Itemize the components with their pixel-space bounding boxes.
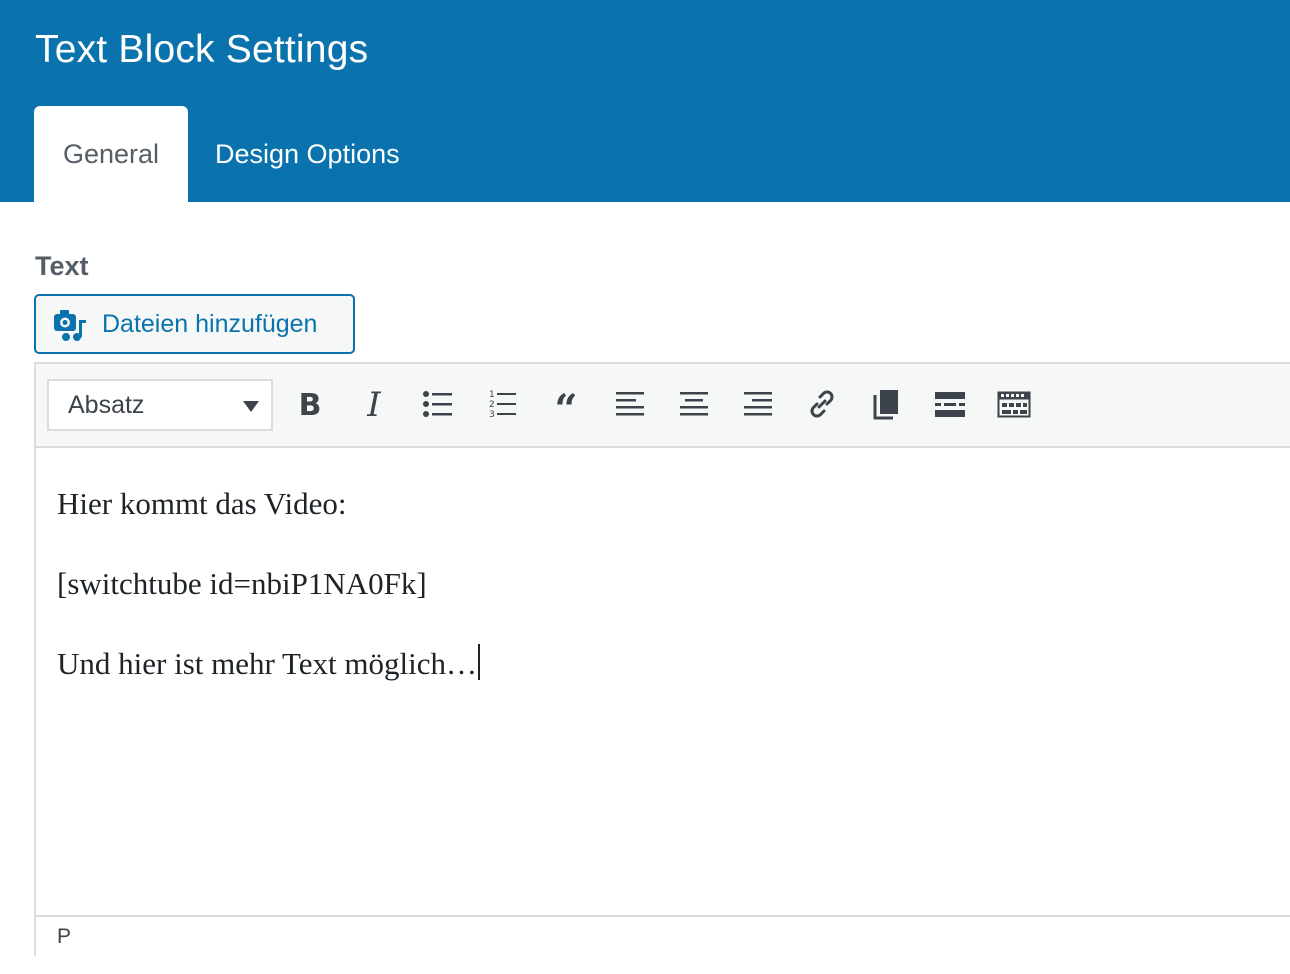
align-left-icon (616, 392, 644, 416)
svg-text:3: 3 (489, 410, 495, 420)
align-center-icon (680, 392, 708, 416)
caret-down-icon (243, 401, 259, 412)
bold-icon: B (299, 388, 322, 421)
rich-text-editor: Absatz B I 1 2 3 “ Hier kommt das Video:… (34, 362, 1290, 956)
format-select-value: Absatz (68, 391, 145, 419)
editor-toolbar: Absatz B I 1 2 3 “ (36, 364, 1290, 448)
italic-button[interactable]: I (352, 382, 396, 426)
add-media-button[interactable]: Dateien hinzufügen (34, 294, 355, 354)
insert-link-button[interactable] (800, 382, 844, 426)
bold-button[interactable]: B (288, 382, 332, 426)
read-more-icon (935, 392, 965, 417)
svg-text:2: 2 (489, 400, 495, 410)
svg-text:B: B (299, 388, 322, 421)
editor-paragraph[interactable]: Hier kommt das Video: (57, 484, 1290, 564)
tab-design-options[interactable]: Design Options (215, 106, 400, 202)
read-more-button[interactable] (928, 382, 972, 426)
bulleted-list-button[interactable] (416, 382, 460, 426)
numbered-list-icon: 1 2 3 (489, 390, 516, 420)
svg-text:I: I (366, 387, 381, 421)
add-media-label: Dateien hinzufügen (102, 309, 318, 338)
editor-paragraph[interactable]: [switchtube id=nbiP1NA0Fk] (57, 564, 1290, 644)
text-cursor (478, 644, 480, 680)
editor-paragraph-last[interactable]: Und hier ist mehr Text möglich… (57, 644, 1290, 724)
align-left-button[interactable] (608, 382, 652, 426)
media-icon (52, 306, 88, 342)
bulleted-list-icon (423, 391, 452, 417)
blockquote-button[interactable]: “ (544, 382, 588, 426)
paragraph-format-select[interactable]: Absatz (47, 379, 273, 431)
page-title: Text Block Settings (35, 28, 369, 71)
tab-general[interactable]: General (34, 106, 188, 202)
link-icon (810, 390, 834, 418)
settings-header: Text Block Settings General Design Optio… (0, 0, 1290, 202)
svg-text:“: “ (554, 387, 577, 421)
editor-status-path[interactable]: P (36, 915, 1290, 956)
editor-content[interactable]: Hier kommt das Video: [switchtube id=nbi… (36, 450, 1290, 916)
editor-paragraph-text: Und hier ist mehr Text möglich… (57, 646, 477, 681)
italic-icon: I (366, 387, 381, 421)
align-right-button[interactable] (736, 382, 780, 426)
paste-text-button[interactable] (864, 382, 908, 426)
toolbar-toggle-button[interactable] (992, 382, 1036, 426)
align-center-button[interactable] (672, 382, 716, 426)
toolbar-toggle-icon (997, 391, 1031, 418)
paste-icon (873, 390, 898, 420)
blockquote-icon: “ (554, 387, 577, 421)
align-right-icon (744, 392, 772, 416)
numbered-list-button[interactable]: 1 2 3 (480, 382, 524, 426)
text-field-label: Text (35, 251, 89, 281)
svg-text:1: 1 (489, 390, 495, 400)
